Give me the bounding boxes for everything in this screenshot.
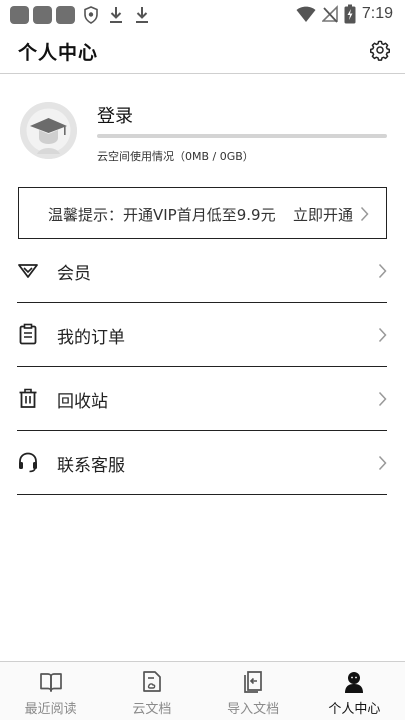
nav-tab-recent-reading[interactable]: 最近阅读 bbox=[0, 662, 101, 720]
diamond-icon bbox=[18, 264, 38, 278]
download-icon bbox=[136, 7, 148, 23]
menu-item-membership[interactable]: 会员 bbox=[17, 239, 387, 303]
download-icon bbox=[110, 7, 122, 23]
page-title: 个人中心 bbox=[18, 42, 99, 64]
nav-label: 最近阅读 bbox=[24, 702, 77, 717]
bottom-navigation: 最近阅读 云文档 导入文档 个人中心 bbox=[0, 661, 405, 720]
settings-gear-icon[interactable] bbox=[369, 39, 391, 61]
cloud-usage-text: 云空间使用情况（0MB / 0GB） bbox=[97, 150, 254, 163]
notification-icon bbox=[33, 6, 52, 24]
wifi-icon bbox=[296, 6, 316, 22]
status-time: 7:19 bbox=[361, 5, 393, 22]
graduate-avatar-icon bbox=[20, 102, 77, 159]
nav-tab-personal-center[interactable]: 个人中心 bbox=[304, 662, 405, 720]
promo-text: 温馨提示：开通VIP首月低至9.9元 bbox=[48, 206, 276, 224]
notification-icon bbox=[56, 6, 75, 24]
app-header: 个人中心 bbox=[0, 28, 405, 74]
chevron-right-icon bbox=[378, 391, 387, 407]
login-link[interactable]: 登录 bbox=[97, 102, 133, 128]
cloud-document-icon bbox=[143, 671, 161, 692]
nav-tab-cloud-documents[interactable]: 云文档 bbox=[101, 662, 202, 720]
notification-icon bbox=[10, 6, 29, 24]
person-icon bbox=[345, 672, 364, 693]
menu-item-label: 我的订单 bbox=[57, 328, 125, 348]
nav-label: 云文档 bbox=[132, 702, 172, 717]
menu-item-customer-service[interactable]: 联系客服 bbox=[17, 431, 387, 495]
nav-label: 导入文档 bbox=[227, 702, 280, 717]
cloud-usage-progress-bar bbox=[97, 134, 387, 138]
nav-tab-import-documents[interactable]: 导入文档 bbox=[203, 662, 304, 720]
menu-item-label: 会员 bbox=[57, 264, 91, 284]
chevron-right-icon bbox=[378, 263, 387, 279]
headset-icon bbox=[19, 452, 37, 473]
profile-section[interactable]: 登录 云空间使用情况（0MB / 0GB） bbox=[0, 90, 405, 170]
vip-promo-banner[interactable]: 温馨提示：开通VIP首月低至9.9元 立即开通 bbox=[18, 187, 387, 239]
menu-item-orders[interactable]: 我的订单 bbox=[17, 303, 387, 367]
chevron-right-icon bbox=[360, 206, 369, 222]
chevron-right-icon bbox=[378, 327, 387, 343]
import-icon bbox=[244, 671, 262, 693]
menu-item-label: 联系客服 bbox=[57, 456, 125, 476]
promo-action-link[interactable]: 立即开通 bbox=[293, 204, 353, 225]
menu-item-label: 回收站 bbox=[57, 392, 108, 412]
shield-icon bbox=[84, 6, 98, 24]
battery-icon bbox=[344, 4, 356, 24]
no-signal-icon bbox=[321, 5, 338, 23]
nav-label: 个人中心 bbox=[328, 702, 381, 717]
menu-item-recycle-bin[interactable]: 回收站 bbox=[17, 367, 387, 431]
book-icon bbox=[39, 673, 62, 692]
clipboard-icon bbox=[19, 323, 37, 345]
status-bar: 7:19 bbox=[0, 0, 405, 28]
avatar[interactable] bbox=[20, 102, 77, 159]
trash-icon bbox=[19, 388, 37, 408]
chevron-right-icon bbox=[378, 455, 387, 471]
